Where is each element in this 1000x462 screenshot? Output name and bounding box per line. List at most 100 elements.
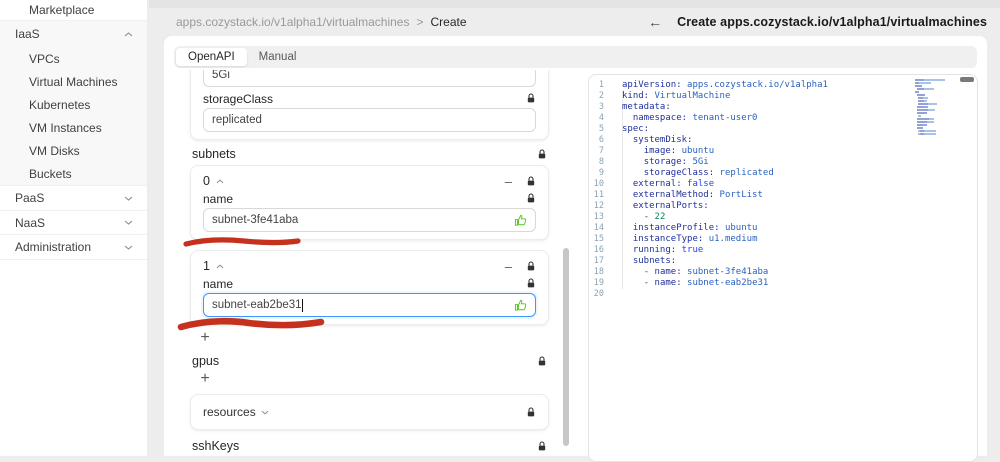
form-scrollbar-thumb[interactable] (563, 248, 569, 446)
sidebar-group-label: NaaS (15, 215, 46, 230)
code-line[interactable]: 18 - name: subnet-3fe41aba (589, 267, 977, 278)
sidebar-item-marketplace[interactable]: Marketplace (0, 0, 147, 21)
lock-icon[interactable] (537, 148, 547, 160)
code-line[interactable]: 19 - name: subnet-eab2be31 (589, 278, 977, 289)
main-area: apps.cozystack.io/v1alpha1/virtualmachin… (149, 0, 1000, 462)
sidebar-item-kubernetes[interactable]: Kubernetes (0, 93, 147, 116)
storage-class-label-row: storageClass (203, 91, 536, 106)
subnet-0-name-input[interactable]: subnet-3fe41aba (203, 208, 536, 232)
name-label-row: name (203, 191, 536, 206)
lock-icon[interactable] (526, 278, 536, 289)
code-line[interactable]: 7 image: ubuntu (589, 146, 977, 157)
lock-icon[interactable] (537, 440, 547, 452)
tab-manual[interactable]: Manual (247, 48, 309, 66)
breadcrumb: apps.cozystack.io/v1alpha1/virtualmachin… (176, 8, 467, 36)
yaml-editor[interactable]: 1 apiVersion: apps.cozystack.io/v1alpha1 2… (588, 74, 978, 462)
storage-class-value: replicated (212, 114, 262, 126)
sidebar-item-buckets[interactable]: Buckets (0, 162, 147, 185)
storage-class-label: storageClass (203, 91, 274, 106)
content-panel: OpenAPI Manual 5Gi storageClass replicat… (164, 36, 987, 462)
code-line[interactable]: 20 (589, 289, 977, 300)
subnet-1-name-value: subnet-eab2be31 (212, 299, 302, 311)
chevron-down-icon (124, 196, 133, 201)
view-mode-tabs: OpenAPI Manual (174, 46, 977, 68)
subnet-item-1-card: 1 – name subnet-eab2be31 (177, 250, 549, 331)
sidebar-item-label: Virtual Machines (29, 74, 118, 89)
lock-icon[interactable] (526, 260, 536, 272)
breadcrumb-current: Create (430, 15, 467, 29)
page-title: Create apps.cozystack.io/v1alpha1/virtua… (677, 15, 987, 29)
lock-icon[interactable] (526, 406, 536, 418)
resources-card: resources (190, 394, 549, 430)
subnet-item-index: 1 (203, 259, 210, 273)
sidebar-item-vm-disks[interactable]: VM Disks (0, 139, 147, 162)
subnet-0-name-value: subnet-3fe41aba (212, 214, 299, 226)
code-line[interactable]: 14 instanceProfile: ubuntu (589, 223, 977, 234)
breadcrumb-path-link[interactable]: apps.cozystack.io/v1alpha1/virtualmachin… (176, 15, 409, 29)
name-label-row: name (203, 276, 536, 291)
sidebar-item-vm-instances[interactable]: VM Instances (0, 116, 147, 139)
storage-class-input[interactable]: replicated (203, 108, 536, 132)
sidebar-item-label: VM Disks (29, 143, 80, 158)
lock-icon[interactable] (526, 175, 536, 187)
sidebar-group-iaas: IaaS VPCs Virtual Machines Kubernetes VM… (0, 21, 147, 186)
subnet-item-index: 0 (203, 174, 210, 188)
code-line[interactable]: 12 externalPorts: (589, 201, 977, 212)
breadcrumb-separator: > (416, 15, 424, 29)
tab-openapi[interactable]: OpenAPI (176, 48, 247, 66)
sidebar-group-header-paas[interactable]: PaaS (0, 186, 147, 211)
sidebar-item-label: Buckets (29, 166, 72, 181)
lock-icon[interactable] (537, 355, 547, 367)
sidebar-item-vpcs[interactable]: VPCs (0, 47, 147, 70)
sidebar-item-label: Marketplace (29, 3, 95, 17)
name-label: name (203, 191, 234, 206)
remove-item-button[interactable]: – (505, 260, 512, 273)
name-label: name (203, 276, 234, 291)
thumbs-up-icon[interactable] (514, 214, 527, 227)
chevron-up-icon[interactable] (216, 264, 224, 269)
code-line[interactable]: 8 storage: 5Gi (589, 157, 977, 168)
thumbs-up-icon[interactable] (514, 299, 527, 312)
sidebar-group-label: PaaS (15, 191, 45, 205)
lock-icon[interactable] (526, 193, 536, 204)
chevron-down-icon (124, 245, 133, 250)
editor-scrollbar-thumb[interactable] (960, 77, 974, 82)
sidebar-item-label: Kubernetes (29, 97, 91, 112)
sidebar-group-label: IaaS (15, 27, 40, 41)
gpus-label: gpus (192, 354, 220, 368)
sidebar-group-header-naas[interactable]: NaaS (0, 211, 147, 235)
gpus-label-row: gpus (192, 354, 547, 368)
add-gpu-button[interactable]: + (196, 370, 214, 388)
system-disk-card: 5Gi storageClass replicated (190, 70, 549, 140)
storage-value: 5Gi (212, 70, 230, 81)
back-arrow-icon[interactable]: ← (648, 14, 662, 30)
code-line[interactable]: 16 running: true (589, 245, 977, 256)
sidebar: Marketplace IaaS VPCs Virtual Machines K… (0, 0, 148, 456)
sidebar-group-label: Administration (15, 240, 92, 254)
sidebar-group-header-administration[interactable]: Administration (0, 235, 147, 260)
sidebar-group-header-iaas[interactable]: IaaS (0, 21, 147, 47)
page-header: ← Create apps.cozystack.io/v1alpha1/virt… (648, 8, 987, 36)
editor-minimap[interactable] (915, 79, 951, 139)
sidebar-item-virtual-machines[interactable]: Virtual Machines (0, 70, 147, 93)
remove-item-button[interactable]: – (505, 175, 512, 188)
storage-input[interactable]: 5Gi (203, 70, 536, 87)
code-line[interactable]: 9 storageClass: replicated (589, 168, 977, 179)
lock-icon[interactable] (526, 93, 536, 104)
resources-expander[interactable]: resources (203, 403, 269, 421)
code-line[interactable]: 13 - 22 (589, 212, 977, 223)
chevron-up-icon (124, 31, 133, 37)
code-line[interactable]: 17 subnets: (589, 256, 977, 267)
resources-label: resources (203, 405, 256, 419)
chevron-up-icon[interactable] (216, 179, 224, 184)
code-line[interactable]: 11 externalMethod: PortList (589, 190, 977, 201)
sidebar-item-label: VM Instances (29, 120, 102, 135)
add-subnet-button[interactable]: + (196, 329, 214, 347)
code-line[interactable]: 15 instanceType: u1.medium (589, 234, 977, 245)
sshkeys-label-row: sshKeys (192, 439, 547, 453)
subnet-1-name-input[interactable]: subnet-eab2be31 (203, 293, 536, 317)
sidebar-item-label: VPCs (29, 51, 60, 66)
chevron-down-icon (124, 220, 133, 225)
subnets-label-row: subnets (192, 147, 547, 161)
code-line[interactable]: 10 external: false (589, 179, 977, 190)
